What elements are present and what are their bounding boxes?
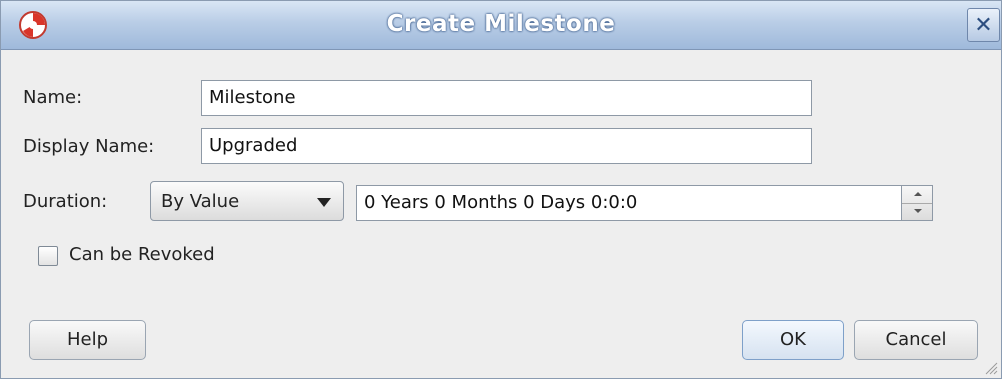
ok-button[interactable]: OK: [742, 320, 844, 360]
dropdown-arrow-icon: [317, 198, 331, 207]
create-milestone-dialog: Create Milestone ✕ Name: Milestone Displ…: [0, 0, 1002, 379]
duration-mode-select[interactable]: By Value: [150, 181, 344, 221]
display-name-field[interactable]: Upgraded: [201, 128, 812, 164]
can-be-revoked-label: Can be Revoked: [69, 244, 215, 265]
title-bar[interactable]: Create Milestone ✕: [1, 1, 1001, 50]
display-name-label: Display Name:: [23, 136, 155, 157]
duration-mode-value: By Value: [161, 191, 240, 212]
duration-spinner[interactable]: [901, 185, 933, 221]
duration-value-field[interactable]: 0 Years 0 Months 0 Days 0:0:0: [356, 185, 902, 221]
spinner-down-icon[interactable]: [902, 203, 932, 220]
cancel-button[interactable]: Cancel: [854, 320, 978, 360]
duration-label: Duration:: [23, 191, 108, 212]
dialog-title: Create Milestone: [386, 11, 616, 37]
close-button[interactable]: ✕: [967, 8, 1000, 42]
name-field[interactable]: Milestone: [201, 80, 812, 116]
name-label: Name:: [23, 87, 83, 108]
help-button[interactable]: Help: [29, 320, 146, 360]
can-be-revoked-checkbox[interactable]: [38, 246, 58, 266]
spinner-up-icon[interactable]: [902, 186, 932, 204]
resize-grip-icon[interactable]: [984, 361, 998, 375]
close-icon: ✕: [974, 12, 993, 38]
